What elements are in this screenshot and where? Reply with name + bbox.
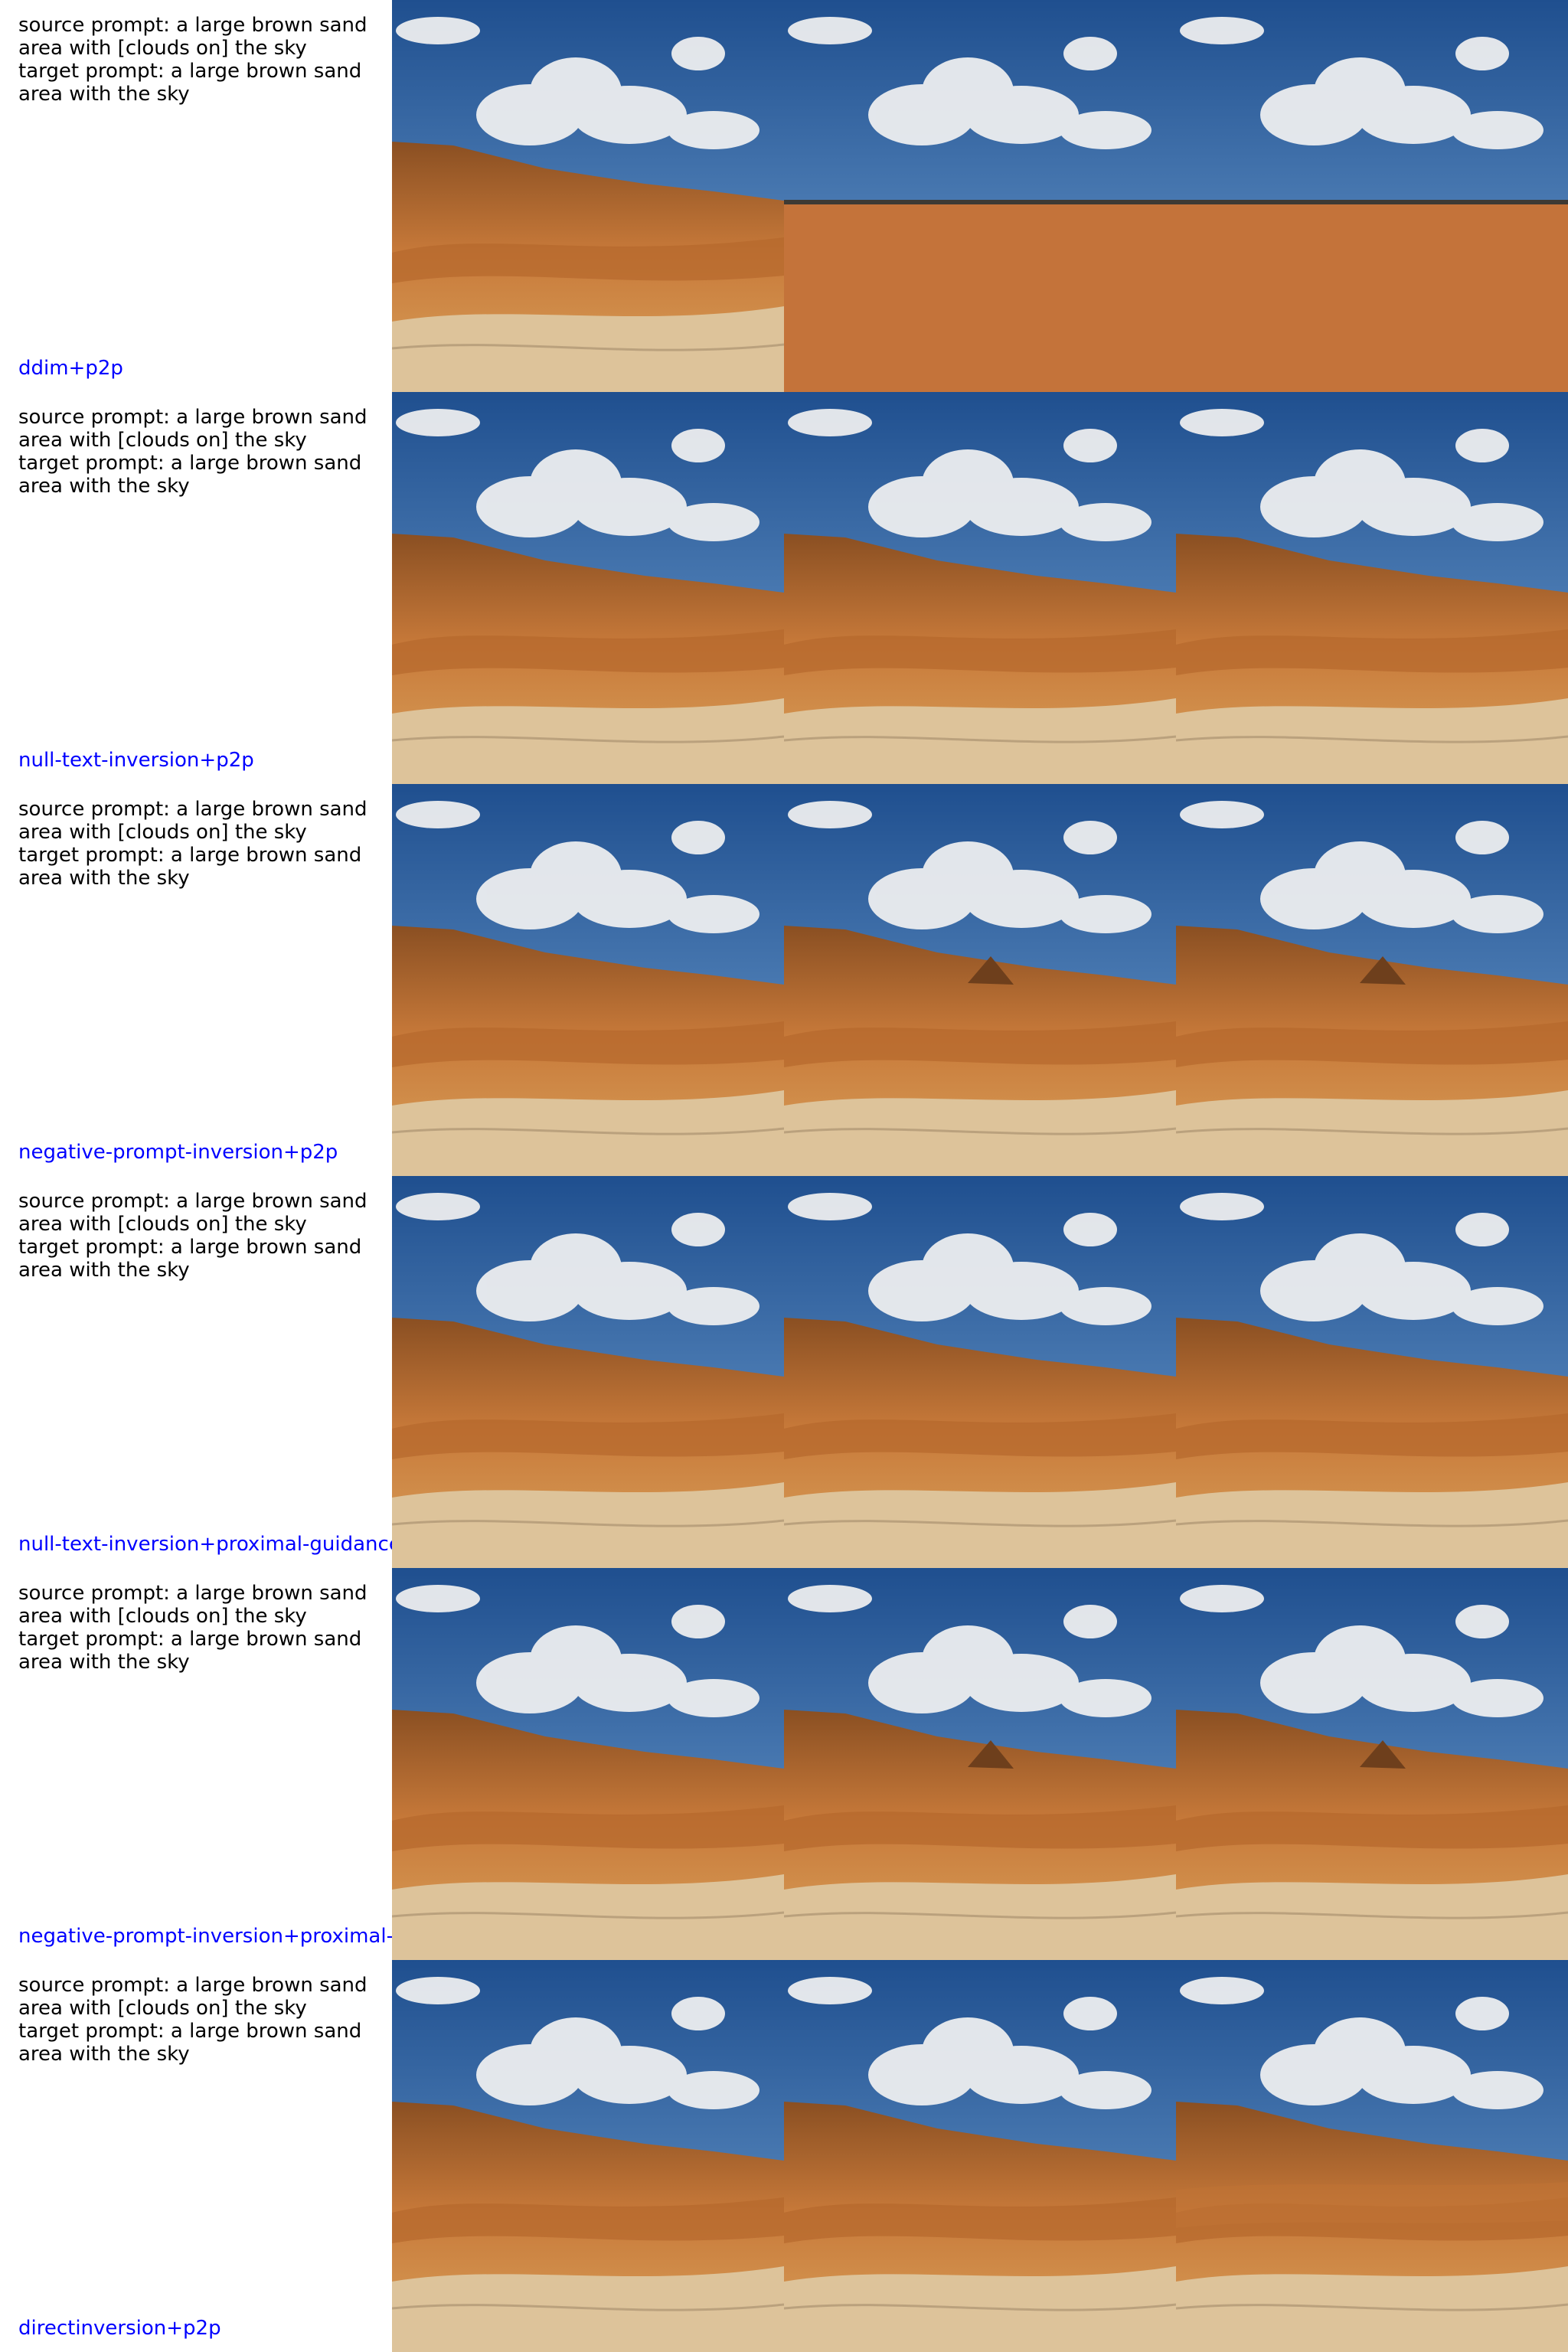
prompt-text: source prompt: a large brown sand area w…	[18, 1582, 378, 1674]
edited-image	[784, 1960, 1176, 2352]
result-row: source prompt: a large brown sand area w…	[0, 1960, 1568, 2352]
comparison-grid: source prompt: a large brown sand area w…	[0, 0, 1568, 2352]
source-prompt: source prompt: a large brown sand area w…	[18, 1190, 368, 1236]
edited-image	[784, 1568, 1176, 1960]
target-prompt: target prompt: a large brown sand area w…	[18, 60, 362, 106]
flat-desert-edit-image	[784, 0, 1176, 392]
edited-image	[784, 392, 1176, 784]
edited-image	[1176, 784, 1568, 1176]
target-prompt: target prompt: a large brown sand area w…	[18, 2020, 362, 2066]
result-row: source prompt: a large brown sand area w…	[0, 1176, 1568, 1568]
edited-image	[1176, 0, 1568, 392]
row-label: source prompt: a large brown sand area w…	[0, 1568, 406, 1960]
hillside-desert-edit-image	[1176, 392, 1568, 784]
hillside-desert-peak-image	[1176, 784, 1568, 1176]
target-prompt: target prompt: a large brown sand area w…	[18, 452, 362, 498]
hillside-desert-source-image	[392, 392, 784, 784]
method-label: ddim+p2p	[18, 357, 123, 380]
hillside-desert-edit-image	[784, 1960, 1176, 2352]
result-row: source prompt: a large brown sand area w…	[0, 0, 1568, 392]
flat-desert-edit-image	[1176, 0, 1568, 392]
row-label: source prompt: a large brown sand area w…	[0, 784, 392, 1176]
prompt-text: source prompt: a large brown sand area w…	[18, 14, 378, 106]
row-label: source prompt: a large brown sand area w…	[0, 1176, 401, 1568]
source-prompt: source prompt: a large brown sand area w…	[18, 14, 368, 60]
hillside-desert-edit-image	[784, 1176, 1176, 1568]
edited-image	[1176, 1568, 1568, 1960]
source-prompt: source prompt: a large brown sand area w…	[18, 1582, 368, 1628]
hillside-desert-source-image	[392, 1568, 784, 1960]
hillside-desert-peak-image	[784, 1568, 1176, 1960]
prompt-text: source prompt: a large brown sand area w…	[18, 1190, 378, 1282]
edited-image	[784, 1176, 1176, 1568]
source-prompt: source prompt: a large brown sand area w…	[18, 406, 368, 452]
target-prompt: target prompt: a large brown sand area w…	[18, 844, 362, 890]
prompt-text: source prompt: a large brown sand area w…	[18, 798, 378, 890]
hillside-desert-source-image	[392, 0, 784, 392]
hillside-desert-smooth-image	[1176, 1960, 1568, 2352]
source-prompt: source prompt: a large brown sand area w…	[18, 798, 368, 844]
source-image	[392, 392, 784, 784]
hillside-desert-peak-image	[784, 784, 1176, 1176]
source-image	[392, 1176, 784, 1568]
hillside-desert-edit-image	[1176, 1176, 1568, 1568]
method-label: directinversion+p2p	[18, 2317, 221, 2340]
source-image	[392, 0, 784, 392]
source-prompt: source prompt: a large brown sand area w…	[18, 1974, 368, 2020]
source-image	[392, 784, 784, 1176]
hillside-desert-source-image	[392, 1176, 784, 1568]
hillside-desert-edit-image	[784, 392, 1176, 784]
edited-image	[784, 784, 1176, 1176]
edited-image	[1176, 392, 1568, 784]
row-label: source prompt: a large brown sand area w…	[0, 392, 392, 784]
result-row: source prompt: a large brown sand area w…	[0, 392, 1568, 784]
method-label: negative-prompt-inversion+p2p	[18, 1141, 338, 1164]
prompt-text: source prompt: a large brown sand area w…	[18, 406, 378, 498]
edited-image	[1176, 1176, 1568, 1568]
method-label: null-text-inversion+p2p	[18, 749, 254, 772]
method-label: negative-prompt-inversion+proximal-g	[18, 1925, 407, 1948]
hillside-desert-peak-image	[1176, 1568, 1568, 1960]
target-prompt: target prompt: a large brown sand area w…	[18, 1236, 362, 1282]
hillside-desert-source-image	[392, 1960, 784, 2352]
target-prompt: target prompt: a large brown sand area w…	[18, 1628, 362, 1674]
row-label: source prompt: a large brown sand area w…	[0, 1960, 392, 2352]
method-label: null-text-inversion+proximal-guidance	[18, 1533, 401, 1556]
result-row: source prompt: a large brown sand area w…	[0, 1568, 1568, 1960]
prompt-text: source prompt: a large brown sand area w…	[18, 1974, 378, 2066]
edited-image	[784, 0, 1176, 392]
result-row: source prompt: a large brown sand area w…	[0, 784, 1568, 1176]
row-label: source prompt: a large brown sand area w…	[0, 0, 392, 392]
edited-image	[1176, 1960, 1568, 2352]
hillside-desert-source-image	[392, 784, 784, 1176]
source-image	[392, 1960, 784, 2352]
source-image	[392, 1568, 784, 1960]
